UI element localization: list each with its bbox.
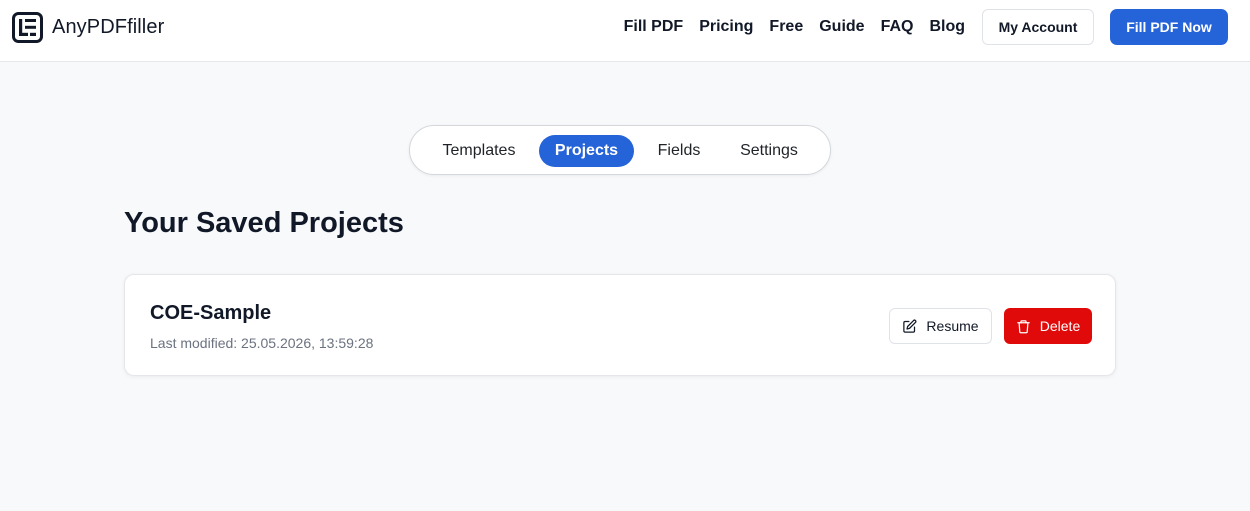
project-name: COE-Sample: [150, 302, 272, 324]
nav-link-fill-pdf[interactable]: Fill PDF: [624, 18, 684, 36]
nav-link-faq[interactable]: FAQ: [881, 18, 914, 36]
main-nav: Fill PDF Pricing Free Guide FAQ Blog My …: [624, 0, 1250, 54]
site-header: AnyPDFfiller Fill PDF Pricing Free Guide…: [0, 0, 1250, 62]
project-last-modified: Last modified: 25.05.2026, 13:59:28: [150, 335, 374, 351]
delete-label: Delete: [1039, 318, 1081, 334]
tab-settings[interactable]: Settings: [726, 135, 812, 167]
delete-button[interactable]: Delete: [1004, 308, 1092, 344]
nav-link-guide[interactable]: Guide: [819, 18, 864, 36]
resume-label: Resume: [926, 318, 979, 334]
edit-pencil-icon: [903, 319, 917, 333]
project-card: COE-Sample Last modified: 25.05.2026, 13…: [124, 274, 1116, 376]
logo-document-icon: [12, 12, 43, 43]
nav-link-blog[interactable]: Blog: [929, 18, 965, 36]
nav-link-pricing[interactable]: Pricing: [699, 18, 753, 36]
tab-fields[interactable]: Fields: [642, 135, 716, 167]
tab-templates[interactable]: Templates: [428, 135, 530, 167]
trash-icon: [1017, 319, 1030, 333]
resume-button[interactable]: Resume: [889, 308, 992, 344]
page-title: Your Saved Projects: [124, 207, 404, 239]
section-tabs: Templates Projects Fields Settings: [409, 125, 831, 175]
tab-projects[interactable]: Projects: [539, 135, 634, 167]
nav-link-free[interactable]: Free: [769, 18, 803, 36]
fill-pdf-now-button[interactable]: Fill PDF Now: [1110, 9, 1228, 45]
logo-text: AnyPDFfiller: [52, 16, 165, 38]
logo-link[interactable]: AnyPDFfiller: [12, 12, 164, 43]
my-account-button[interactable]: My Account: [982, 9, 1094, 45]
